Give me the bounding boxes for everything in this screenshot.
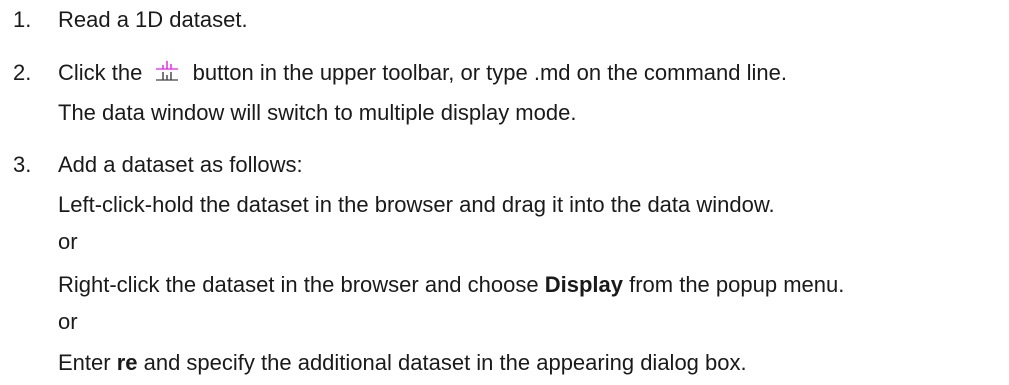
option-text: from the popup menu. — [622, 272, 845, 297]
step-3: 3. Add a dataset as follows: — [0, 148, 1009, 182]
or-separator: or — [58, 229, 78, 254]
step-2-note: The data window will switch to multiple … — [58, 100, 577, 125]
command-re: re — [116, 350, 138, 375]
step-1: 1. Read a 1D dataset. — [0, 3, 1009, 37]
step-3-option-drag: Left-click-hold the dataset in the brows… — [58, 192, 775, 217]
or-separator: or — [58, 309, 78, 334]
step-text: Read a 1D dataset. — [58, 7, 248, 32]
step-3-option-context-menu: Right-click the dataset in the browser a… — [58, 268, 844, 302]
step-text-before-icon: Click the — [58, 60, 143, 85]
step-text: Add a dataset as follows: — [58, 152, 303, 177]
step-text-after-icon: button in the upper toolbar, or type .md… — [192, 60, 787, 85]
multiple-display-icon — [156, 61, 179, 81]
step-text: Click the button in the upper toolbar, o… — [58, 56, 787, 90]
option-text: Enter — [58, 350, 117, 375]
step-number: 1. — [13, 7, 32, 32]
step-3-option-command: Enter re and specify the additional data… — [58, 346, 747, 380]
step-2: 2. Click the button in the upper toolbar… — [0, 56, 1009, 90]
step-number: 2. — [13, 60, 32, 85]
menu-item-display-label: Display — [544, 272, 623, 297]
option-text: and specify the additional dataset in th… — [137, 350, 747, 375]
option-text: Right-click the dataset in the browser a… — [58, 272, 545, 297]
step-number: 3. — [13, 152, 32, 177]
